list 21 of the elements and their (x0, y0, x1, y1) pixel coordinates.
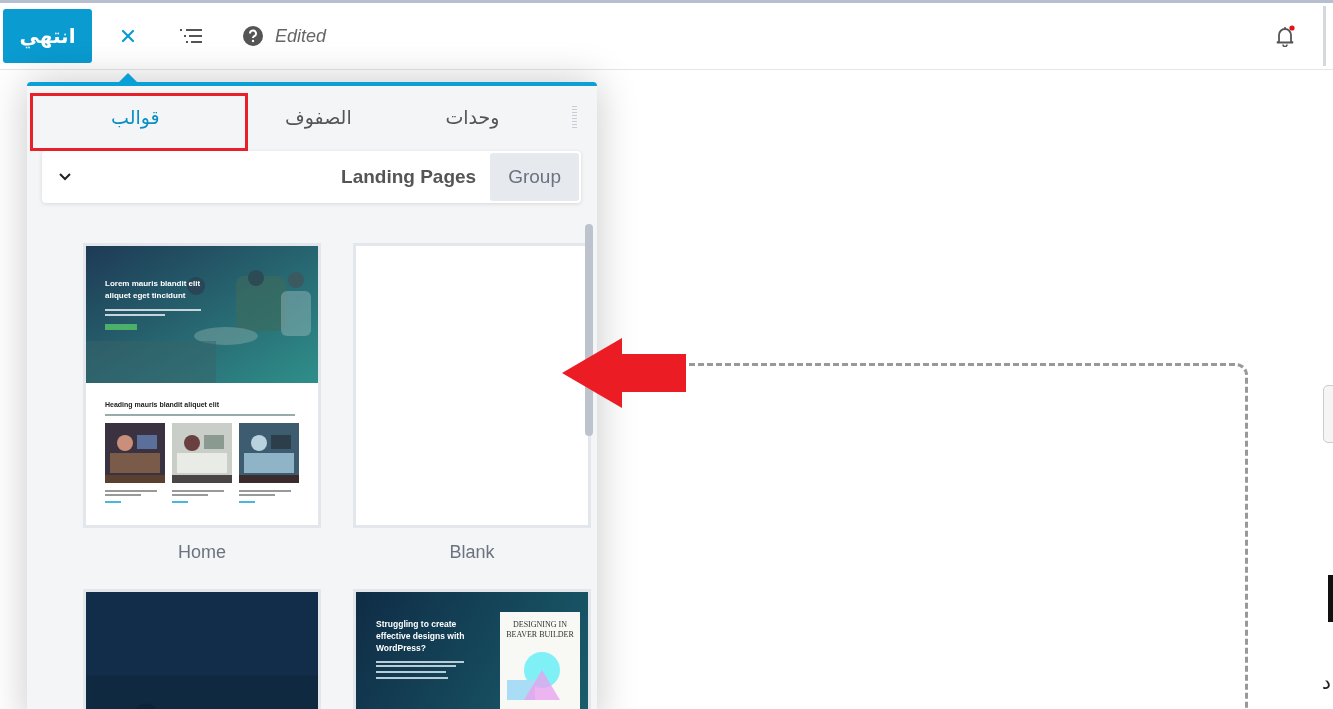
panel-tab[interactable]: وحدات (392, 88, 553, 146)
notifications-icon[interactable] (1274, 25, 1296, 47)
group-value: Landing Pages (341, 166, 477, 188)
help-icon[interactable] (243, 26, 263, 46)
outline-icon[interactable] (180, 28, 202, 44)
edge-text: د (1322, 670, 1331, 694)
thumbnail-heading: Lorem mauris blandit elit aliquet eget tincidunt (105, 278, 202, 302)
template-thumbnail[interactable]: Struggling to create effective designs with WordPress? DESIGNING IN BEAVER BUILDER (353, 589, 591, 709)
group-select[interactable]: Landing Pages Group (42, 151, 581, 203)
scrollbar[interactable] (585, 224, 593, 436)
template-name: Home (178, 542, 226, 563)
group-label: Group (490, 153, 579, 201)
panel-tab[interactable]: الصفوف (243, 88, 393, 146)
thumbnail-button (105, 324, 137, 330)
book-title: DESIGNING IN BEAVER BUILDER (505, 620, 575, 640)
close-icon[interactable] (121, 29, 135, 43)
template-name: Blank (449, 542, 495, 563)
template-thumbnail[interactable] (353, 243, 591, 528)
chevron-down-icon (59, 173, 71, 181)
save-status: Edited (275, 25, 327, 47)
thumbnail-heading: Struggling to create effective designs with WordPress? (376, 618, 466, 654)
